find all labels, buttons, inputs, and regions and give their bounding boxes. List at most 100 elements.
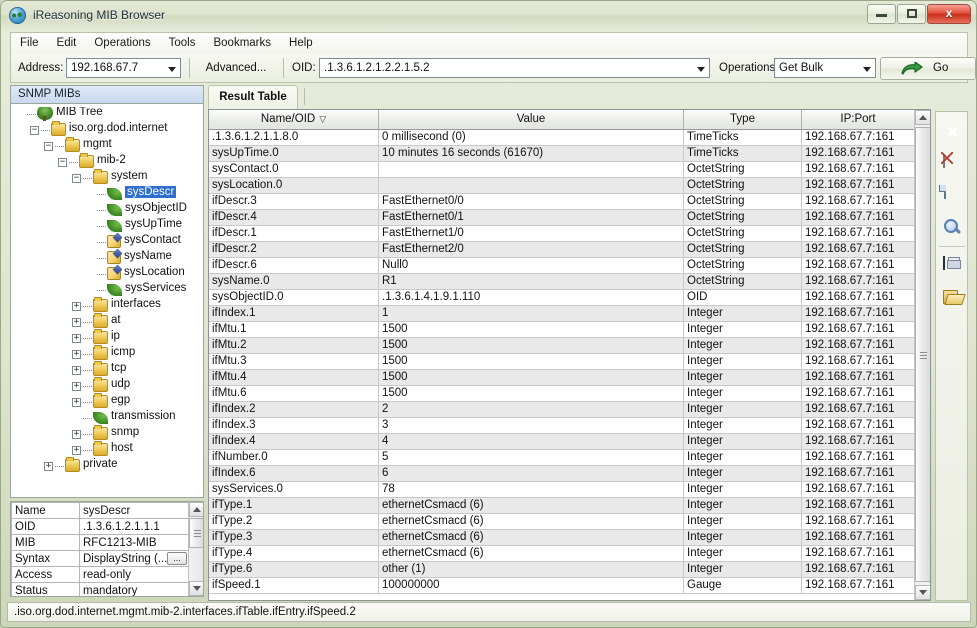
column-header-name-oid[interactable]: Name/OID ▽ [209,110,379,129]
tree-toggle-expand-icon[interactable]: + [72,430,81,440]
address-combo[interactable]: 192.168.67.7 [66,58,181,78]
table-row[interactable]: sysUpTime.0 10 minutes 16 seconds (61670)… [209,146,915,162]
table-row[interactable]: ifMtu.6 1500 Integer 192.168.67.7:161 [209,386,915,402]
close-button[interactable]: x [927,4,971,24]
menu-item-bookmarks[interactable]: Bookmarks [204,33,280,54]
maximize-button[interactable] [897,4,926,24]
tree-node-egp[interactable]: + egp [13,393,201,411]
tree-node-private[interactable]: + private [13,457,201,475]
menu-item-tools[interactable]: Tools [160,33,205,54]
column-header-value[interactable]: Value [379,110,684,129]
table-row[interactable]: ifIndex.3 3 Integer 192.168.67.7:161 [209,418,915,434]
menu-item-edit[interactable]: Edit [48,33,86,54]
property-row[interactable]: OID .1.3.6.1.2.1.1.1 [11,518,189,535]
find-button[interactable] [941,216,963,238]
table-row[interactable]: ifType.6 other (1) Integer 192.168.67.7:161 [209,562,915,578]
tree-node-udp[interactable]: + udp [13,377,201,395]
table-row[interactable]: ifType.1 ethernetCsmacd (6) Integer 192.168… [209,498,915,514]
tree-toggle-expand-icon[interactable]: + [72,334,81,344]
tree-toggle-expand-icon[interactable]: + [72,398,81,408]
new-document-button[interactable] [941,184,963,206]
table-row[interactable]: ifDescr.6 Null0 OctetString 192.168.67.7:16… [209,258,915,274]
table-row[interactable]: sysObjectID.0.1.3.6.1.4.1.9.1.110 OID 192.… [209,290,915,306]
tree-node-interfaces[interactable]: + interfaces [13,297,201,315]
tree-node-mib-2[interactable]: − mib-2 [13,153,201,171]
table-row[interactable]: ifIndex.2 2 Integer 192.168.67.7:161 [209,402,915,418]
scroll-up-icon[interactable] [189,502,203,517]
tree-node-syslocation[interactable]: sysLocation [13,266,201,283]
tree-toggle-expand-icon[interactable]: + [72,382,81,392]
table-row[interactable]: ifDescr.1 FastEthernet1/0 OctetString 192.1… [209,226,915,242]
tree-toggle-collapse-icon[interactable]: − [72,174,81,184]
table-row[interactable]: ifDescr.4 FastEthernet0/1 OctetString 192.1… [209,210,915,226]
result-scroll-thumb[interactable] [915,127,930,582]
table-row[interactable]: ifMtu.2 1500 Integer 192.168.67.7:161 [209,338,915,354]
result-table-scrollbar[interactable] [914,110,930,600]
table-row[interactable]: ifDescr.3 FastEthernet0/0 OctetString 192.1… [209,194,915,210]
table-row[interactable]: ifNumber.0 5 Integer 192.168.67.7:161 [209,450,915,466]
tree-node-transmission[interactable]: transmission [13,410,201,427]
column-header-type[interactable]: Type [684,110,802,129]
table-row[interactable]: ifIndex.1 1 Integer 192.168.67.7:161 [209,306,915,322]
tree-node-mib-tree[interactable]: MIB Tree [13,107,201,123]
property-row[interactable]: MIB RFC1213-MIB [11,534,189,551]
tree-node-iso-org-dod-internet[interactable]: − iso.org.dod.internet [13,121,201,139]
property-row[interactable]: Access read-only [11,566,189,583]
advanced-button[interactable]: Advanced... [197,58,275,79]
tree-node-sysservices[interactable]: sysServices [13,282,201,299]
table-row[interactable]: .1.3.6.1.2.1.1.8.0 0 millisecond (0) TimeT… [209,130,915,146]
property-row[interactable]: Status mandatory [11,582,189,596]
save-results-button[interactable] [941,254,963,276]
tree-node-sysname[interactable]: sysName [13,250,201,267]
table-row[interactable]: sysContact.0 OctetString 192.168.67.7:161 [209,162,915,178]
tree-node-ip[interactable]: + ip [13,329,201,347]
mib-tree[interactable]: MIB Tree − iso.org.dod.internet − mgmt − mib-2… [13,107,201,495]
delete-row-button[interactable] [941,120,963,142]
tree-toggle-expand-icon[interactable]: + [72,302,81,312]
table-row[interactable]: ifMtu.3 1500 Integer 192.168.67.7:161 [209,354,915,370]
property-row[interactable]: Name sysDescr [11,502,189,519]
tree-toggle-expand-icon[interactable]: + [72,318,81,328]
open-results-button[interactable] [941,286,963,308]
table-row[interactable]: ifIndex.6 6 Integer 192.168.67.7:161 [209,466,915,482]
tree-node-syscontact[interactable]: sysContact [13,234,201,251]
tree-node-at[interactable]: + at [13,313,201,331]
scroll-down-icon[interactable] [915,585,930,600]
table-row[interactable]: sysServices.0 78 Integer 192.168.67.7:161 [209,482,915,498]
menu-item-help[interactable]: Help [280,33,322,54]
tab-result-table[interactable]: Result Table [208,85,298,109]
column-header-ipport[interactable]: IP:Port [802,110,915,129]
oid-combo[interactable]: .1.3.6.1.2.1.2.2.1.5.2 [319,58,710,78]
table-row[interactable]: ifSpeed.1 100000000 Gauge 192.168.67.7:161 [209,578,915,594]
tree-node-host[interactable]: + host [13,441,201,459]
clear-table-button[interactable] [941,152,963,174]
menu-item-file[interactable]: File [11,33,48,54]
table-row[interactable]: ifMtu.1 1500 Integer 192.168.67.7:161 [209,322,915,338]
tree-node-sysdescr[interactable]: sysDescr [13,186,201,203]
table-row[interactable]: ifType.4 ethernetCsmacd (6) Integer 192.168… [209,546,915,562]
properties-scroll-thumb[interactable] [189,518,203,548]
tree-toggle-expand-icon[interactable]: + [72,446,81,456]
minimize-button[interactable] [867,4,896,24]
tree-toggle-expand-icon[interactable]: + [72,366,81,376]
table-row[interactable]: sysLocation.0 OctetString 192.168.67.7:161 [209,178,915,194]
tree-toggle-collapse-icon[interactable]: − [30,126,39,136]
scroll-down-icon[interactable] [189,581,203,596]
table-row[interactable]: sysName.0 R1 OctetString 192.168.67.7:161 [209,274,915,290]
syntax-details-button[interactable]: ... [167,552,187,565]
tree-node-system[interactable]: − system [13,169,201,187]
tree-node-sysuptime[interactable]: sysUpTime [13,218,201,235]
go-button[interactable]: Go [880,57,976,80]
table-row[interactable]: ifType.2 ethernetCsmacd (6) Integer 192.168… [209,514,915,530]
result-table-body[interactable]: .1.3.6.1.2.1.1.8.0 0 millisecond (0) TimeT… [209,130,915,600]
scroll-up-icon[interactable] [915,110,930,125]
table-row[interactable]: ifDescr.2 FastEthernet2/0 OctetString 192.1… [209,242,915,258]
tree-toggle-expand-icon[interactable]: + [44,462,53,472]
tree-node-snmp[interactable]: + snmp [13,425,201,443]
tree-node-sysobjectid[interactable]: sysObjectID [13,202,201,219]
table-row[interactable]: ifIndex.4 4 Integer 192.168.67.7:161 [209,434,915,450]
tree-node-icmp[interactable]: + icmp [13,345,201,363]
tree-toggle-collapse-icon[interactable]: − [44,142,53,152]
properties-scrollbar[interactable] [188,502,203,596]
tree-node-mgmt[interactable]: − mgmt [13,137,201,155]
